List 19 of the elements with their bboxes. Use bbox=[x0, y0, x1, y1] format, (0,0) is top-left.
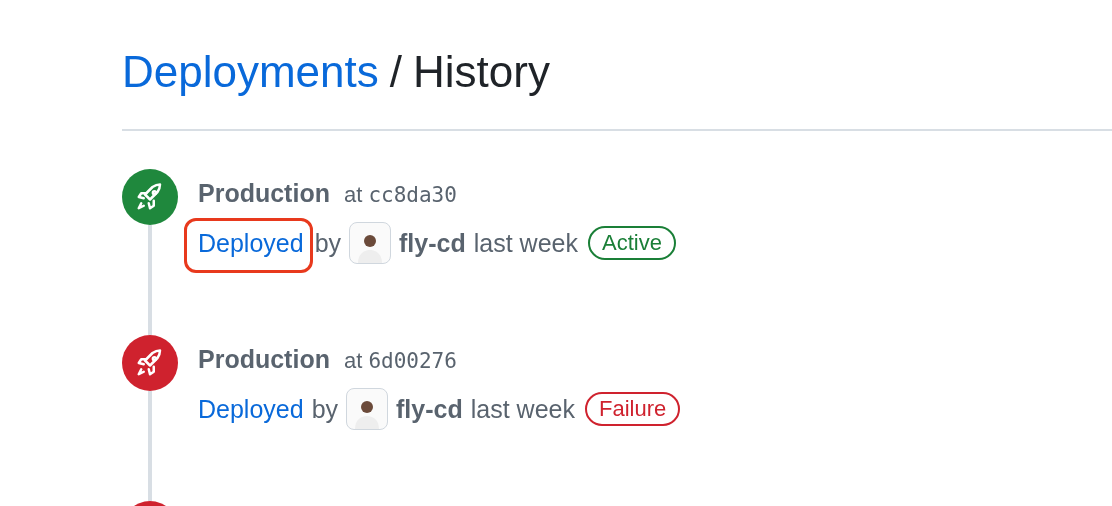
user-avatar bbox=[349, 222, 392, 264]
environment-name: Production bbox=[198, 179, 330, 208]
page-title: History bbox=[413, 47, 550, 97]
deployed-link[interactable]: Deployed bbox=[198, 228, 304, 258]
commit-label: at cc8da30 bbox=[343, 182, 457, 208]
status-badge: Active bbox=[587, 226, 676, 260]
user-link[interactable]: fly-cd bbox=[396, 394, 463, 424]
status-badge: Failure bbox=[584, 392, 681, 426]
time-label: last week bbox=[473, 228, 578, 258]
deployed-link[interactable]: Deployed bbox=[198, 394, 304, 424]
time-label: last week bbox=[470, 394, 575, 424]
environment-name: Production bbox=[198, 345, 330, 374]
deployments-link[interactable]: Deployments bbox=[122, 47, 379, 97]
commit-label: at 6d00276 bbox=[343, 348, 457, 374]
user-avatar bbox=[346, 388, 389, 430]
by-label: by bbox=[311, 394, 339, 424]
breadcrumb-separator: / bbox=[389, 47, 402, 97]
user-link[interactable]: fly-cd bbox=[399, 228, 466, 258]
by-label: by bbox=[314, 228, 342, 258]
